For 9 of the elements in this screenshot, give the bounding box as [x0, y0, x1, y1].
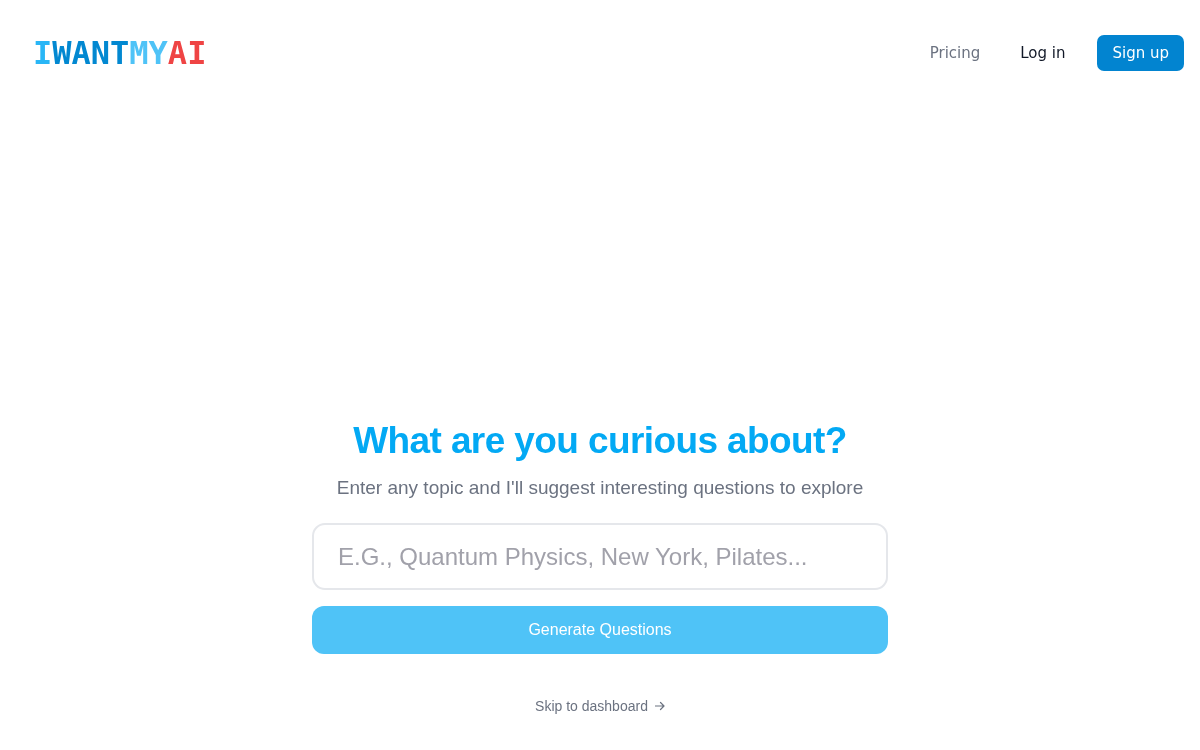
nav-link[interactable]: Pricing [929, 44, 981, 62]
subheading: Enter any topic and I'll suggest interesting questions to explore [336, 476, 864, 500]
skip-link[interactable]: Skip to dashboard [535, 698, 665, 714]
arrow-right-icon [654, 701, 665, 711]
heading: What are you curious about? [353, 419, 847, 463]
logo[interactable]: IWANTMYAI [33, 37, 207, 69]
topic-input-field[interactable]: E.G., Quantum Physics, New York, Pilates... [312, 523, 888, 590]
nav-link[interactable]: Log in [1020, 44, 1066, 62]
signup-button[interactable]: Sign up [1097, 35, 1184, 71]
